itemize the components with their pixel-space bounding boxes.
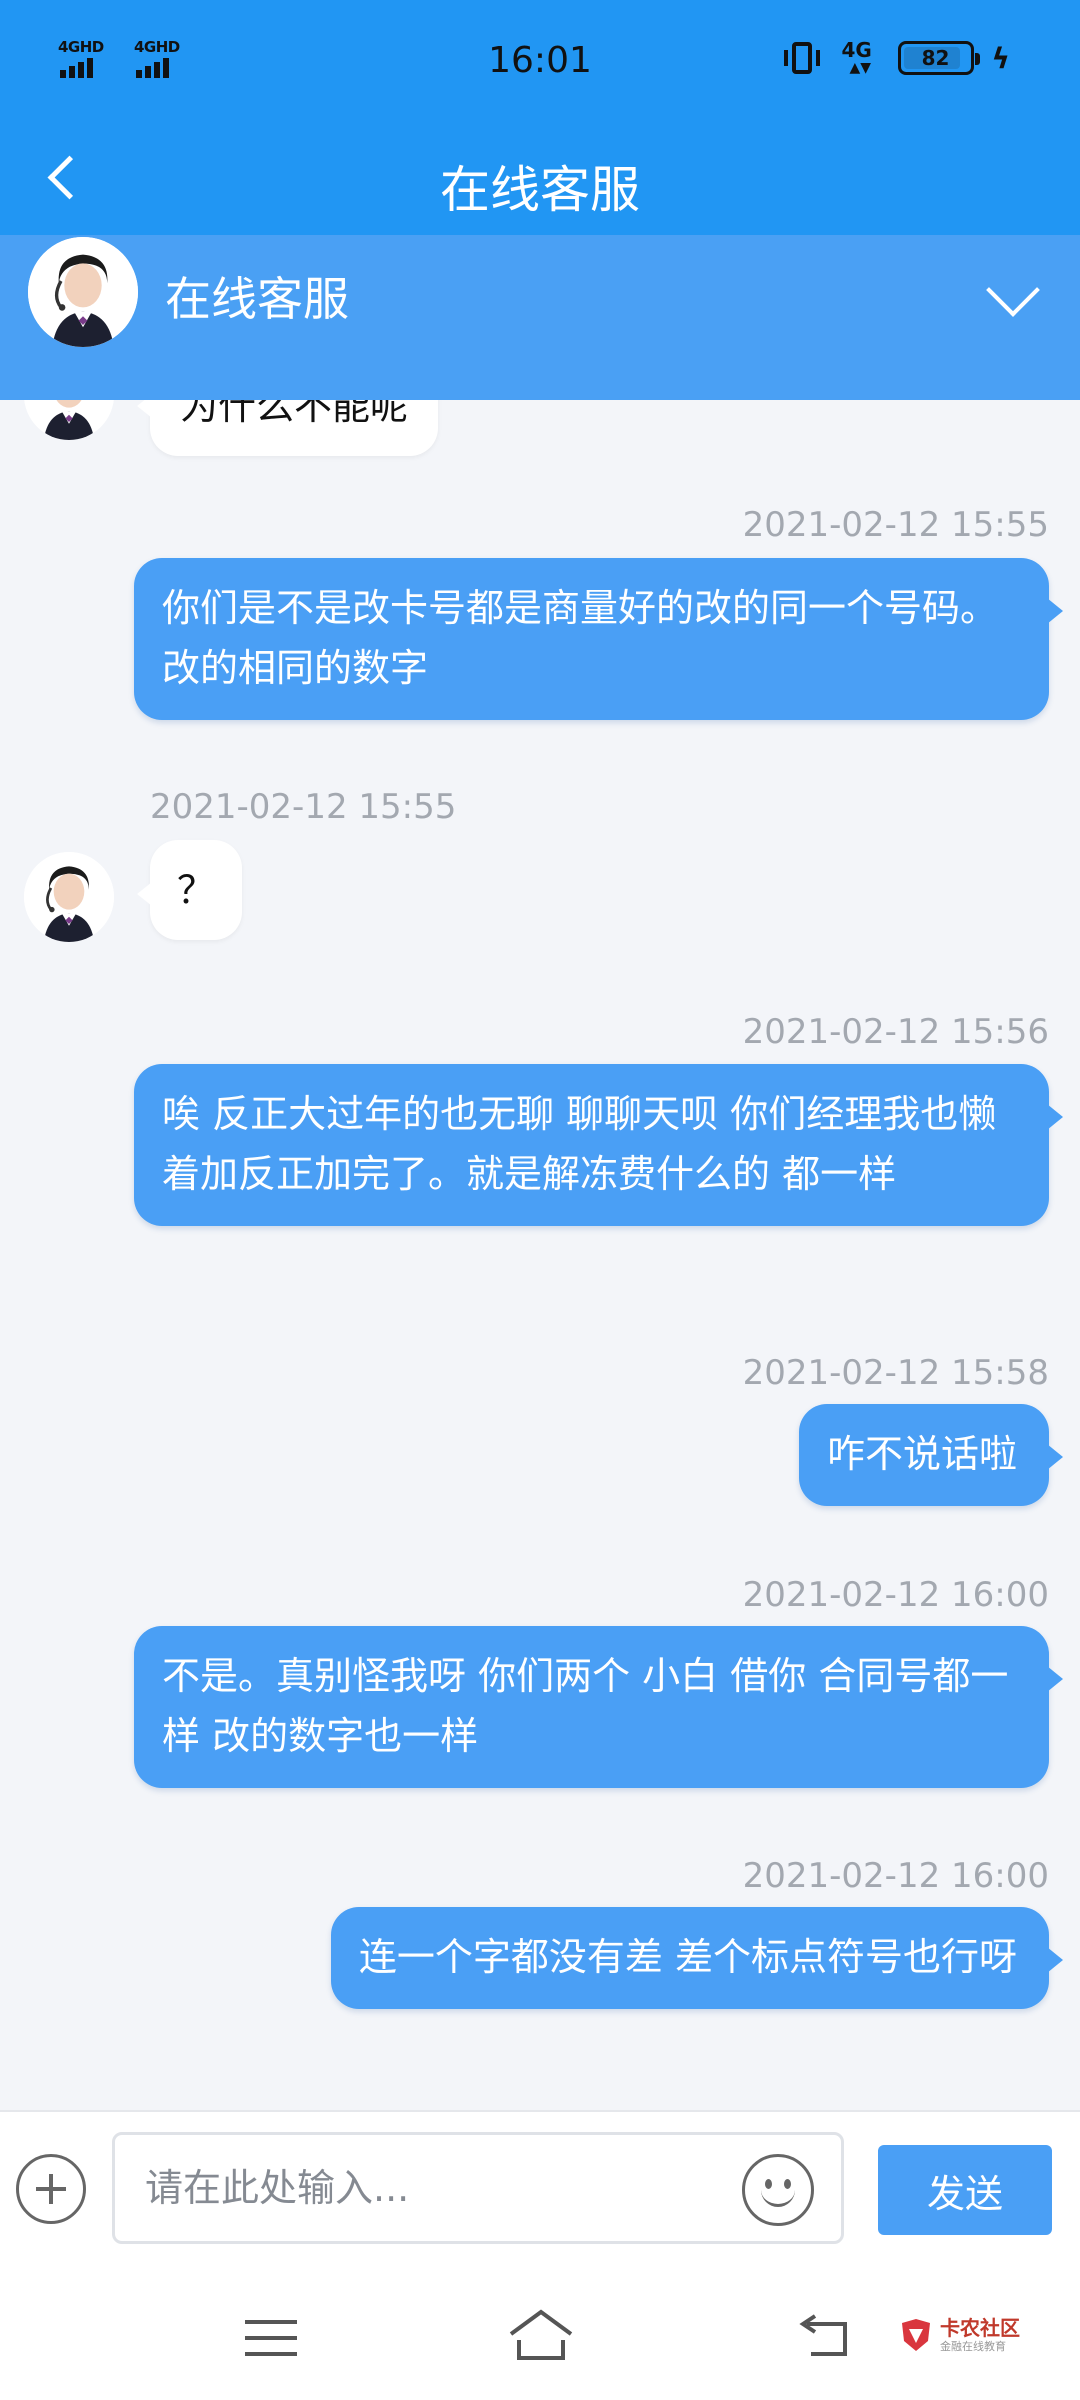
agent-avatar (24, 400, 114, 440)
status-bar: 4GHD 4GHD 16:01 4G ▲▼ 82 ϟ (0, 0, 1080, 120)
message-bubble: 唉 反正大过年的也无聊 聊聊天呗 你们经理我也懒着加反正加完了。就是解冻费什么的… (134, 1064, 1063, 1226)
message-bubble: 为什么不能呢 (136, 400, 439, 456)
message-timestamp: 2021-02-12 16:00 (742, 1575, 1049, 1615)
status-icons: 4G ▲▼ 82 ϟ (782, 38, 1010, 76)
home-icon[interactable] (505, 2308, 577, 2364)
watermark: 卡农社区 金融在线教育 (898, 2316, 1020, 2354)
message-bubble: 连一个字都没有差 差个标点符号也行呀 (330, 1907, 1064, 2009)
system-nav-bar: 卡农社区 金融在线教育 (0, 2270, 1080, 2400)
agent-avatar (28, 237, 138, 347)
battery-icon: 82 (897, 41, 980, 75)
watermark-title: 卡农社区 (940, 2316, 1020, 2340)
message-input[interactable] (112, 2132, 844, 2244)
watermark-subtitle: 金融在线教育 (940, 2340, 1006, 2353)
vibrate-icon (782, 40, 822, 76)
agent-bar: 在线客服 (0, 235, 1080, 400)
message-timestamp: 2021-02-12 15:55 (150, 787, 457, 827)
message-bubble: 不是。真别怪我呀 你们两个 小白 借你 合同号都一样 改的数字也一样 (134, 1626, 1063, 1788)
message-timestamp: 2021-02-12 15:56 (742, 1012, 1049, 1052)
charging-icon: ϟ (991, 41, 1010, 75)
input-bar: 发送 (0, 2110, 1080, 2270)
chat-area[interactable]: 为什么不能呢 2021-02-12 15:55 你们是不是改卡号都是商量好的改的… (0, 400, 1080, 2110)
emoji-icon[interactable] (742, 2154, 814, 2226)
menu-icon[interactable] (245, 2320, 297, 2360)
kanong-logo-icon (902, 2319, 930, 2351)
agent-avatar (24, 852, 114, 942)
chevron-down-icon[interactable] (980, 265, 1050, 325)
message-timestamp: 2021-02-12 15:58 (742, 1353, 1049, 1393)
agent-name: 在线客服 (165, 272, 349, 326)
plus-icon[interactable] (16, 2154, 86, 2224)
message-bubble: 咋不说话啦 (798, 1404, 1064, 1506)
app-header: 在线客服 (0, 120, 1080, 235)
message-bubble: ？ (137, 840, 242, 940)
back-nav-icon[interactable] (795, 2314, 851, 2362)
network-label: 4G (841, 38, 872, 62)
battery-level: 82 (921, 46, 950, 70)
message-timestamp: 2021-02-12 16:00 (742, 1856, 1049, 1896)
page-title: 在线客服 (440, 161, 640, 219)
send-button[interactable]: 发送 (878, 2145, 1052, 2235)
network-icon: 4G ▲▼ (841, 38, 872, 76)
message-timestamp: 2021-02-12 15:55 (742, 505, 1049, 545)
message-bubble: 你们是不是改卡号都是商量好的改的同一个号码。改的相同的数字 (134, 558, 1063, 720)
